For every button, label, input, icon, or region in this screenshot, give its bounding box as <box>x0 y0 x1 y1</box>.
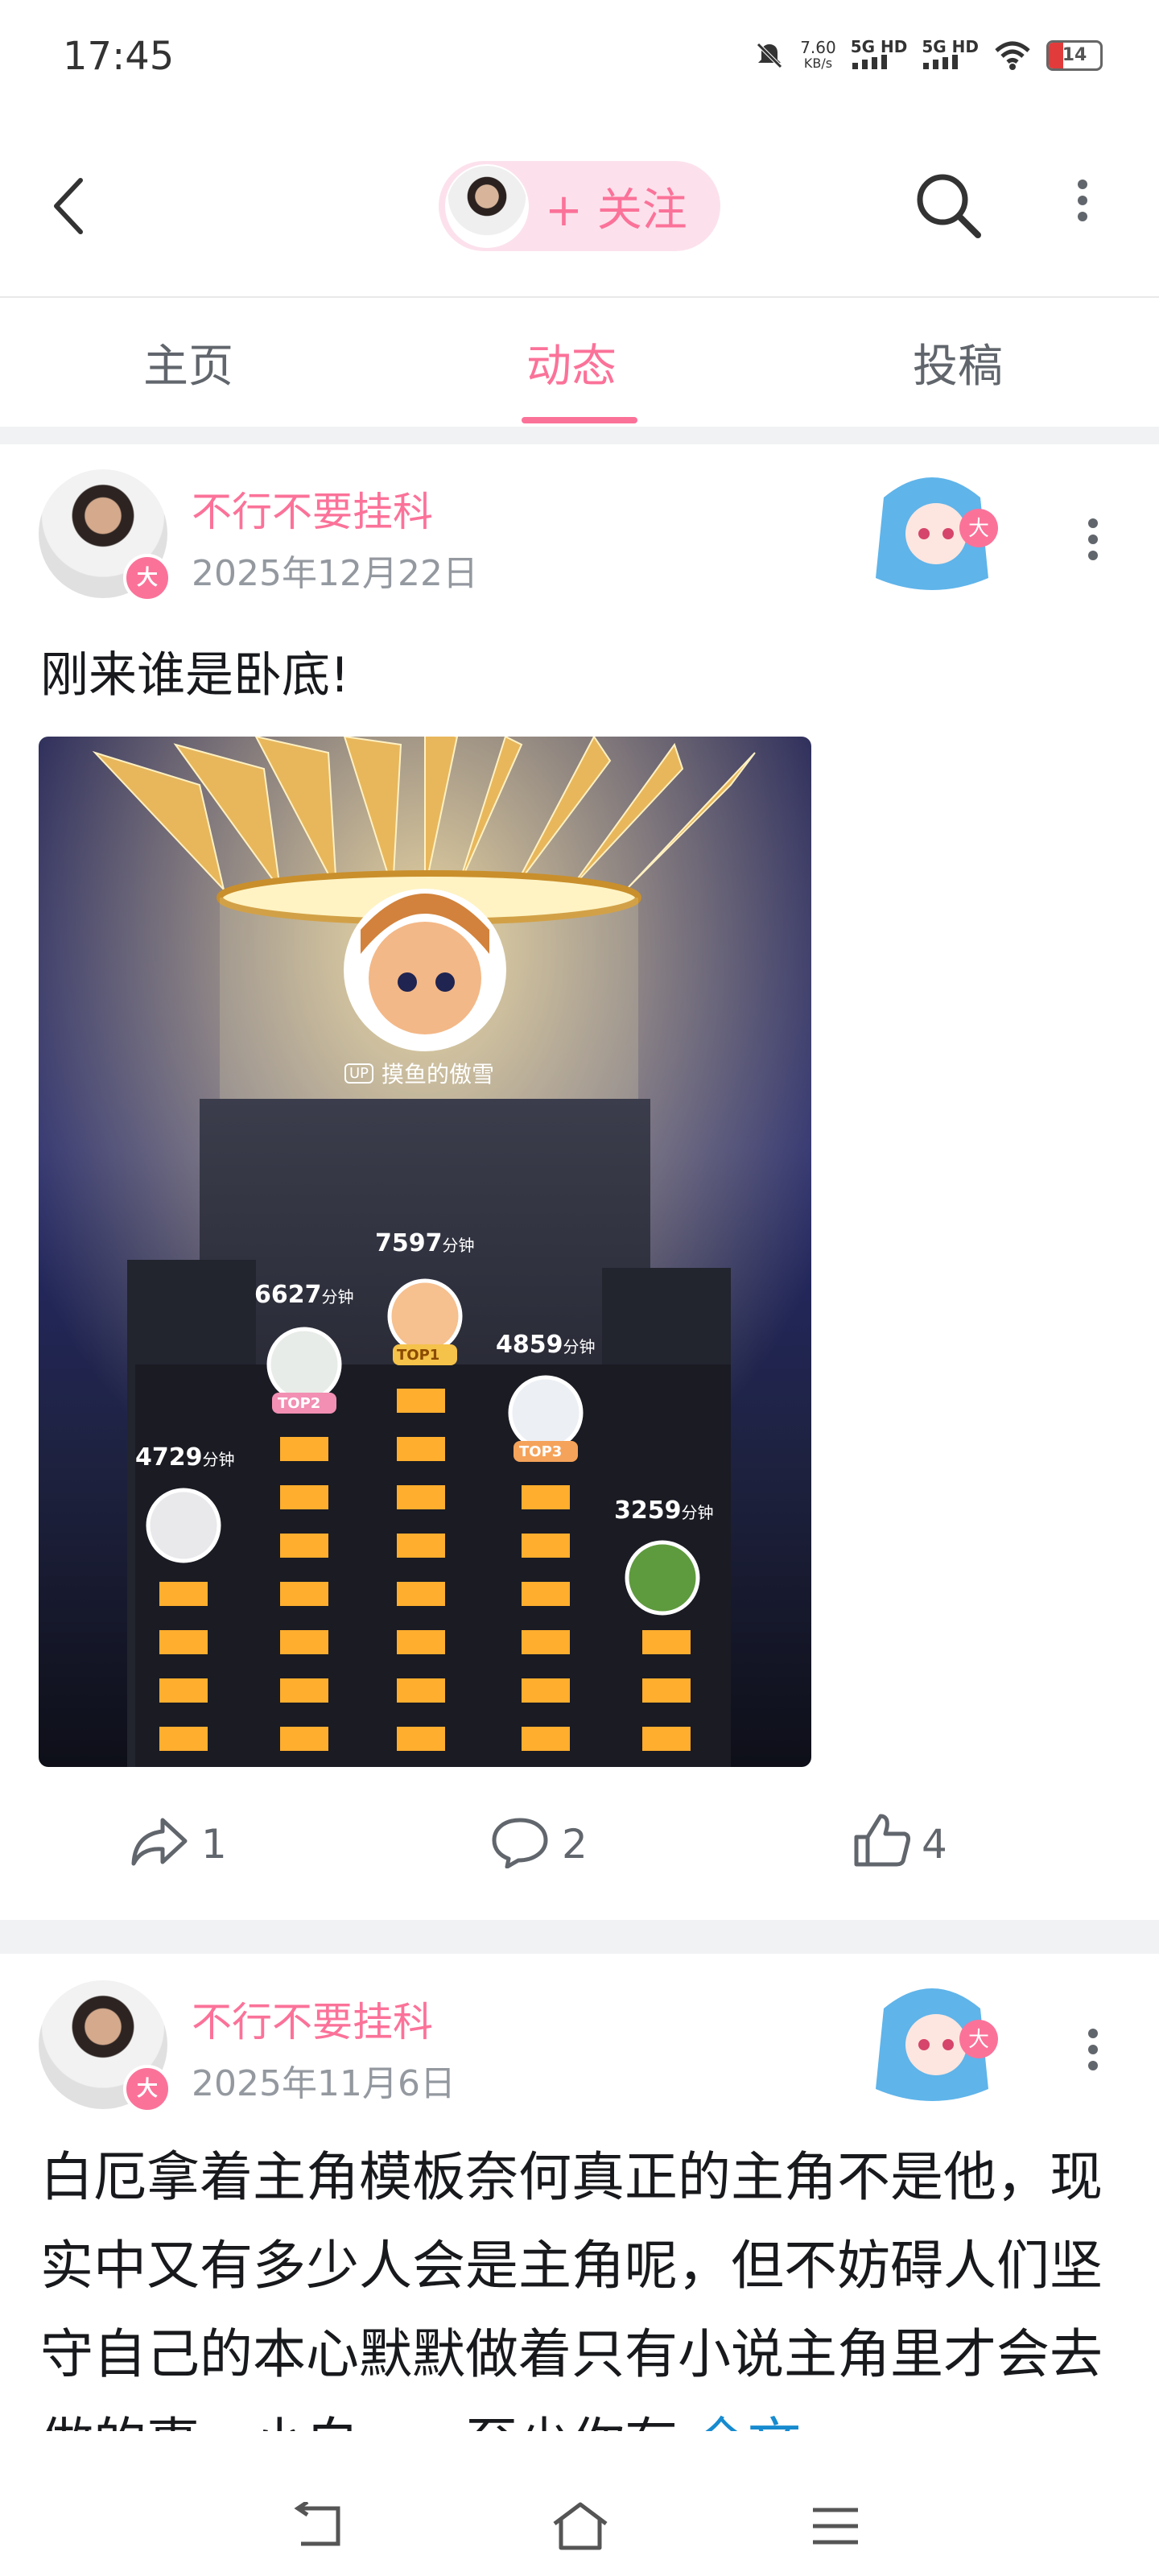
rank-unit: 分钟 <box>202 1450 235 1469</box>
status-bar: 17:45 7.60 KB/s 5G HD 5G HD 14 <box>0 0 1159 121</box>
net-speed-value: 7.60 <box>800 37 836 57</box>
active-tab-indicator <box>522 417 637 423</box>
rank-value: 7597 <box>375 1229 443 1257</box>
post-more-icon[interactable] <box>1081 512 1105 592</box>
post-username[interactable]: 不行不要挂科 <box>192 480 433 538</box>
signal-bars-icon <box>923 55 959 69</box>
follow-label: + 关注 <box>545 184 687 237</box>
decoration-avatar-icon: 大 <box>876 1988 998 2101</box>
signal-2-label: 5G HD <box>922 37 979 56</box>
like-icon[interactable] <box>852 1811 913 1869</box>
rank-1-tag: TOP1 <box>397 1347 440 1364</box>
rank-1-minutes: 7597分钟 <box>375 1229 475 1257</box>
post-date: 2025年12月22日 <box>192 553 478 594</box>
back-gesture-icon[interactable] <box>290 2502 346 2550</box>
comment-count[interactable]: 2 <box>562 1821 588 1868</box>
like-count[interactable]: 4 <box>922 1821 947 1868</box>
rank-unit: 分钟 <box>442 1236 475 1255</box>
rank-3-minutes: 4859分钟 <box>496 1331 596 1359</box>
rank-5-minutes: 3259分钟 <box>614 1496 714 1525</box>
rank-value: 3259 <box>614 1496 682 1525</box>
svg-text:大: 大 <box>968 517 989 541</box>
battery-icon: 14 <box>1046 39 1103 71</box>
rank-unit: 分钟 <box>681 1503 714 1522</box>
rank-value: 4729 <box>135 1443 203 1472</box>
signal-2: 5G HD <box>922 39 979 72</box>
avatar <box>445 164 529 248</box>
rank-2-minutes: 6627分钟 <box>254 1281 354 1309</box>
status-icons: 7.60 KB/s 5G HD 5G HD 14 <box>753 39 1103 72</box>
badge-icon: 大 <box>123 2065 171 2113</box>
rank-value: 6627 <box>254 1281 322 1309</box>
rank-4-minutes: 4729分钟 <box>135 1443 235 1472</box>
up-tag: UP <box>344 1063 374 1084</box>
net-speed: 7.60 KB/s <box>800 39 836 72</box>
post-text: 刚来谁是卧底! <box>40 647 350 704</box>
signal-1-label: 5G HD <box>850 37 908 56</box>
decoration-avatar-icon: 大 <box>876 477 998 590</box>
section-gap <box>0 427 1159 444</box>
system-nav-bar <box>0 2431 1159 2576</box>
badge-icon: 大 <box>123 554 171 602</box>
search-icon[interactable] <box>914 171 983 240</box>
post-username[interactable]: 不行不要挂科 <box>192 1990 433 2048</box>
svg-text:大: 大 <box>968 2028 989 2052</box>
signal-bars-icon <box>852 55 887 69</box>
top-user-name: 摸鱼的傲雪 <box>382 1061 495 1088</box>
rank-3-tag: TOP3 <box>519 1443 563 1460</box>
top-user-label: UP 摸鱼的傲雪 <box>344 1057 494 1089</box>
back-arrow-icon[interactable] <box>48 175 89 237</box>
post-text: 白厄拿着主角模板奈何真正的主角不是他，现实中又有多少人会是主角呢，但不妨碍人们坚… <box>40 2133 1119 2439</box>
share-icon[interactable] <box>129 1815 190 1868</box>
mute-bell-icon <box>757 42 782 68</box>
post-date: 2025年11月6日 <box>192 2063 456 2104</box>
header-divider <box>0 296 1159 298</box>
wifi-icon <box>995 41 1030 70</box>
home-icon[interactable] <box>550 2500 611 2553</box>
post-more-icon[interactable] <box>1081 2022 1105 2103</box>
section-gap <box>0 1920 1159 1954</box>
battery-level: 14 <box>1062 44 1087 65</box>
rank-unit: 分钟 <box>321 1287 354 1307</box>
follow-button[interactable]: + 关注 <box>439 161 720 251</box>
status-time: 17:45 <box>63 34 175 79</box>
tab-posts[interactable]: 投稿 <box>913 330 1003 395</box>
post-text-body: 白厄拿着主角模板奈何真正的主角不是他，现实中又有多少人会是主角呢，但不妨碍人们坚… <box>40 2146 1103 2439</box>
comment-icon[interactable] <box>489 1815 551 1868</box>
tab-home[interactable]: 主页 <box>143 330 233 395</box>
share-count[interactable]: 1 <box>201 1821 227 1868</box>
net-speed-unit: KB/s <box>803 55 833 71</box>
tab-dynamic[interactable]: 动态 <box>526 330 617 395</box>
signal-1: 5G HD <box>850 37 908 72</box>
rank-unit: 分钟 <box>563 1337 596 1356</box>
menu-icon[interactable] <box>810 2504 861 2549</box>
more-options-icon[interactable] <box>1070 173 1095 254</box>
rank-2-tag: TOP2 <box>278 1395 321 1412</box>
rank-value: 4859 <box>496 1331 563 1359</box>
post-image[interactable]: UP 摸鱼的傲雪 7597分钟 TOP1 6627分钟 TOP2 4859分钟 … <box>39 737 811 1767</box>
